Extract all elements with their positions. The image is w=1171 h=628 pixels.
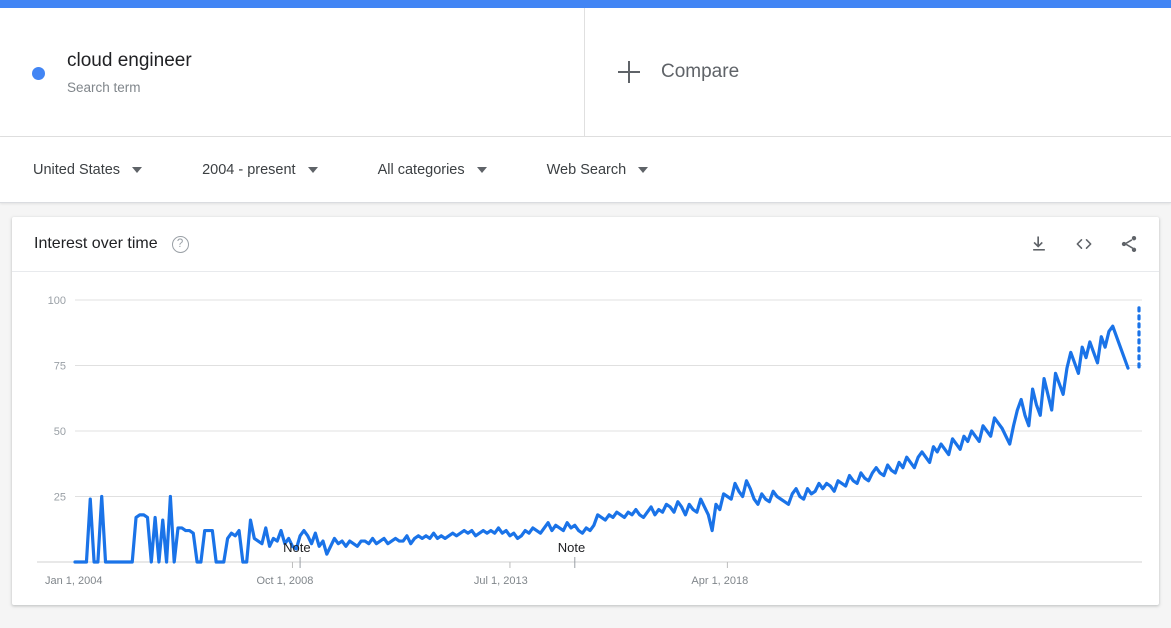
page-title: Interest over time [34,235,158,252]
x-axis-tick-label: Apr 1, 2018 [691,575,748,587]
note-label[interactable]: Note [283,540,310,555]
chevron-down-icon [307,166,318,173]
filter-category-value: All categories [377,161,465,178]
help-icon[interactable]: ? [171,235,189,253]
filter-time-range[interactable]: 2004 - present [202,162,318,178]
share-icon[interactable] [1119,234,1139,254]
page-body: Interest over time ? 25 50 75 100 Jan 1,… [0,203,1171,605]
y-axis-tick-label: 25 [54,492,66,504]
chevron-down-icon [132,166,143,173]
x-axis-tick-label: Jul 1, 2013 [474,575,528,587]
series-line-cloud-engineer[interactable] [73,324,1130,564]
add-comparison-button[interactable]: Compare [585,8,1171,136]
y-axis-tick-label: 50 [54,426,66,438]
embed-icon[interactable] [1073,234,1095,254]
card-header: Interest over time ? [12,217,1159,272]
filter-category[interactable]: All categories [378,162,487,178]
interest-over-time-chart[interactable]: 25 50 75 100 Jan 1, 2004 Oct 1, 2008 Jul 1, 20… [12,272,1159,602]
x-axis-tick-label: Jan 1, 2004 [45,575,103,587]
note-label[interactable]: Note [558,540,585,555]
filter-search-type[interactable]: Web Search [547,162,649,178]
compare-label: Compare [661,61,740,82]
search-term-label: cloud engineer [67,49,192,71]
x-axis-tick-label: Oct 1, 2008 [256,575,313,587]
filter-time-range-value: 2004 - present [202,161,296,178]
interest-over-time-card: Interest over time ? 25 50 75 100 Jan 1,… [12,217,1159,605]
download-icon[interactable] [1029,234,1049,254]
filter-location-value: United States [33,161,121,178]
chevron-down-icon [638,166,649,173]
top-accent-bar [0,0,1171,8]
series-color-dot [32,66,45,80]
search-term-type: Search term [67,79,141,95]
search-terms-row: cloud engineer Search term Compare [0,8,1171,137]
y-axis-tick-label: 75 [54,361,66,373]
filter-search-type-value: Web Search [546,161,627,178]
chart-area[interactable]: 25 50 75 100 Jan 1, 2004 Oct 1, 2008 Jul 1, 20… [12,272,1159,602]
y-axis-tick-label: 100 [48,295,66,307]
filter-location[interactable]: United States [33,161,143,178]
search-term-card[interactable]: cloud engineer Search term [0,8,585,136]
plus-icon [618,61,640,83]
chevron-down-icon [476,166,487,173]
card-actions [1029,234,1139,254]
filter-bar: United States 2004 - present All categor… [0,137,1171,203]
